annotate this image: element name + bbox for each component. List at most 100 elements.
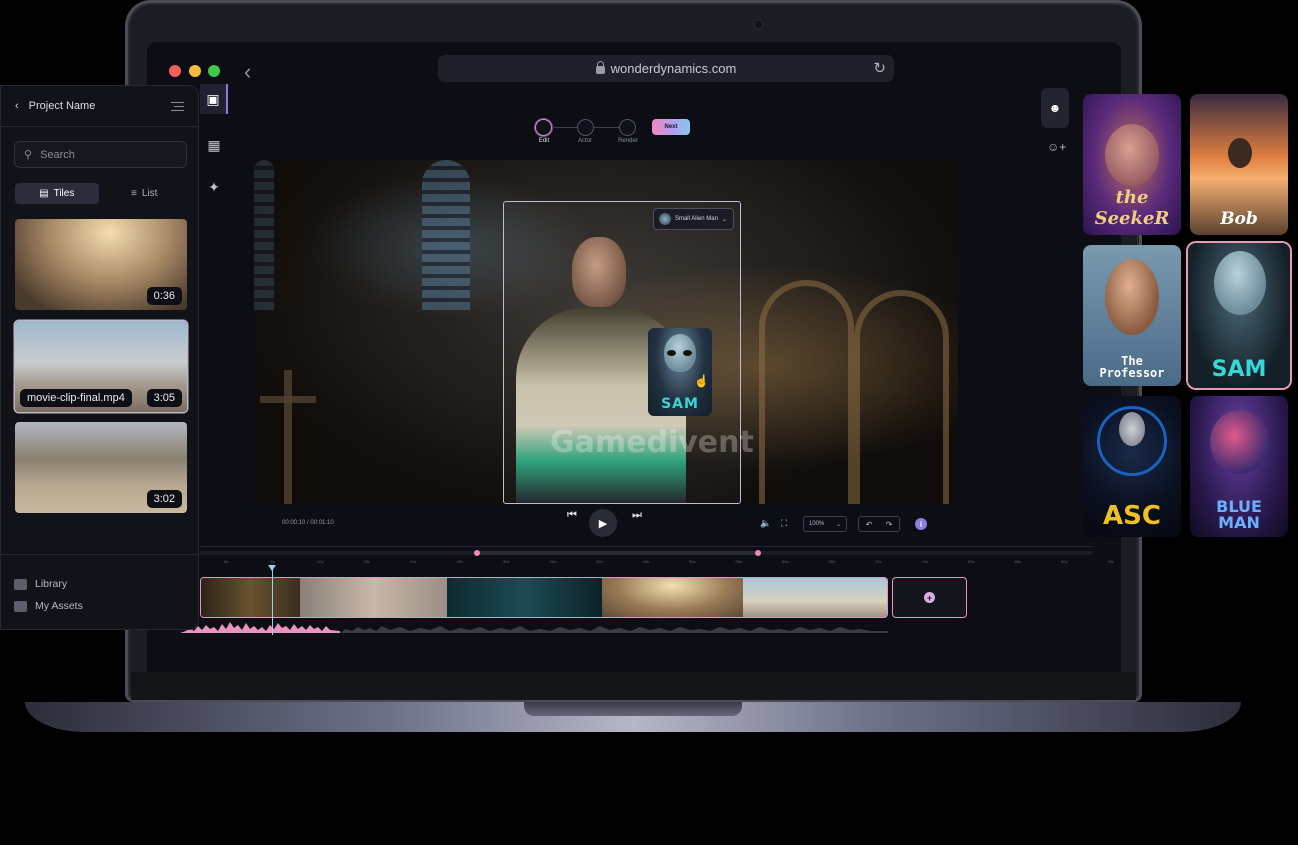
- character-name: SAM: [1211, 357, 1267, 382]
- panel-footer: Library My Assets: [1, 554, 198, 635]
- zoom-value: 100%: [809, 521, 825, 527]
- timeline-tick-label: 75s: [921, 559, 928, 564]
- library-label: Library: [35, 578, 68, 590]
- clip-thumbnail[interactable]: 3:02: [15, 422, 187, 513]
- clip-thumbnail[interactable]: movie-clip-final.mp4 3:05: [15, 321, 187, 412]
- layout-tool-icon[interactable]: ▦: [200, 130, 228, 160]
- back-chevron-icon[interactable]: ‹: [15, 100, 19, 112]
- zoom-select[interactable]: 100% ⌄: [803, 516, 847, 532]
- skip-back-icon[interactable]: ⏮: [567, 509, 577, 522]
- scroll-handle-left[interactable]: [474, 550, 480, 556]
- app-screen: ‹ wonderdynamics.com ↻ Edit Actor Render…: [147, 42, 1121, 672]
- video-viewer[interactable]: Small Alien Man ⌄ SAM ☝ Gamedivent: [254, 160, 958, 504]
- chevron-down-icon: ⌄: [721, 216, 727, 223]
- character-card-professor[interactable]: The Professor: [1083, 245, 1181, 386]
- alien-eye: [667, 350, 676, 356]
- plus-icon: +: [924, 592, 935, 603]
- step-connector: [552, 127, 577, 128]
- character-name: Bob: [1220, 209, 1258, 229]
- clip-tool-icon[interactable]: ▣: [200, 84, 228, 114]
- timeline-tick-label: 65s: [828, 559, 835, 564]
- next-button[interactable]: Next: [652, 119, 690, 135]
- add-actor-icon[interactable]: ☺+: [1047, 140, 1066, 154]
- scroll-handle-right[interactable]: [755, 550, 761, 556]
- search-icon: ⚲: [24, 149, 33, 161]
- actor-icon[interactable]: ☻: [1041, 88, 1069, 128]
- cross: [260, 396, 316, 403]
- menu-icon[interactable]: [171, 101, 184, 111]
- timeline-tick-label: 5s: [270, 559, 275, 564]
- reload-icon[interactable]: ↻: [873, 59, 886, 77]
- step-label-render: Render: [618, 138, 638, 144]
- timeline-tick-label: 70s: [875, 559, 882, 564]
- list-view-button[interactable]: ≡ List: [103, 183, 187, 204]
- character-portrait: [1210, 410, 1270, 474]
- timeline-tick-label: 95s: [1107, 559, 1114, 564]
- search-field[interactable]: ⚲: [14, 141, 187, 168]
- project-panel: ‹ Project Name ⚲ ▤ Tiles ≡ List 0:36 mov…: [0, 85, 199, 630]
- step-connector: [594, 127, 619, 128]
- step-render[interactable]: [619, 119, 636, 136]
- play-button[interactable]: ▶: [589, 509, 617, 537]
- character-portrait: [1105, 259, 1159, 335]
- undo-icon[interactable]: ↶: [866, 520, 873, 529]
- library-link[interactable]: Library: [14, 573, 185, 595]
- cross: [284, 370, 292, 504]
- search-input[interactable]: [40, 148, 171, 161]
- character-avatar-icon: [658, 213, 671, 225]
- timeline-tick-label: 55s: [735, 559, 742, 564]
- my-assets-label: My Assets: [35, 600, 83, 612]
- redo-icon[interactable]: ↷: [886, 520, 893, 529]
- timeline-tick-label: 35s: [549, 559, 556, 564]
- timeline-tick-label: 15s: [363, 559, 370, 564]
- magic-wand-icon[interactable]: ✦: [200, 172, 228, 202]
- skip-forward-icon[interactable]: ⏭: [632, 509, 642, 522]
- maximize-window-button[interactable]: [208, 65, 220, 77]
- clip-duration: 3:05: [146, 389, 182, 407]
- clip-thumbnail[interactable]: 0:36: [15, 219, 187, 310]
- timeline-tick-label: 25s: [456, 559, 463, 564]
- url-bar[interactable]: wonderdynamics.com ↻: [438, 55, 894, 82]
- playhead[interactable]: [268, 565, 276, 635]
- timeline-clip[interactable]: [201, 578, 300, 617]
- clip-strip[interactable]: [200, 577, 888, 618]
- info-icon[interactable]: i: [915, 518, 927, 530]
- step-edit[interactable]: [535, 119, 552, 136]
- timecode: 00:00:10 / 00:01:10: [282, 520, 334, 526]
- character-card-asc[interactable]: ASC: [1083, 396, 1181, 537]
- character-card-bob[interactable]: Bob: [1190, 94, 1288, 235]
- list-label: List: [141, 188, 158, 199]
- assigned-character-thumbnail[interactable]: SAM: [648, 328, 712, 416]
- timeline-scroll-thumb[interactable]: [476, 551, 757, 555]
- character-portrait: [1119, 412, 1145, 446]
- close-window-button[interactable]: [169, 65, 181, 77]
- hand-cursor-icon: ☝: [694, 374, 709, 388]
- timeline-tick-label: 90s: [1061, 559, 1068, 564]
- timeline-clip[interactable]: [447, 578, 602, 617]
- my-assets-link[interactable]: My Assets: [14, 595, 185, 617]
- character-dropdown[interactable]: Small Alien Man ⌄: [652, 208, 734, 230]
- character-card-sam[interactable]: SAM: [1188, 243, 1290, 388]
- back-chevron-icon[interactable]: ‹: [244, 59, 251, 85]
- audio-waveform: [180, 622, 888, 633]
- timeline-tick-label: 40s: [596, 559, 603, 564]
- project-name: Project Name: [28, 100, 96, 112]
- character-card-seeker[interactable]: the SeekeR: [1083, 94, 1181, 235]
- timeline-tick-label: 45s: [642, 559, 649, 564]
- timeline[interactable]: 0s 5s 10s 15s 20s 25s 30s 35s 40s 45s 50s 55s 60s 65s…: [180, 546, 1114, 635]
- volume-icon[interactable]: 🔈: [760, 518, 771, 529]
- minimize-window-button[interactable]: [189, 65, 201, 77]
- step-actor[interactable]: [577, 119, 594, 136]
- character-card-blue-man[interactable]: BLUE MAN: [1190, 396, 1288, 537]
- chevron-down-icon: ⌄: [835, 521, 841, 528]
- timeline-tick-label: 0s: [224, 559, 229, 564]
- church-arch: [854, 290, 949, 504]
- character-name: the SeekeR: [1094, 187, 1170, 229]
- timeline-clip[interactable]: [299, 578, 448, 617]
- fullscreen-icon[interactable]: ⛶: [781, 518, 787, 529]
- add-clip-button[interactable]: +: [892, 577, 967, 618]
- timeline-clip[interactable]: [743, 578, 887, 617]
- tiles-view-button[interactable]: ▤ Tiles: [15, 183, 99, 204]
- play-icon: [14, 600, 27, 612]
- timeline-clip[interactable]: [601, 578, 744, 617]
